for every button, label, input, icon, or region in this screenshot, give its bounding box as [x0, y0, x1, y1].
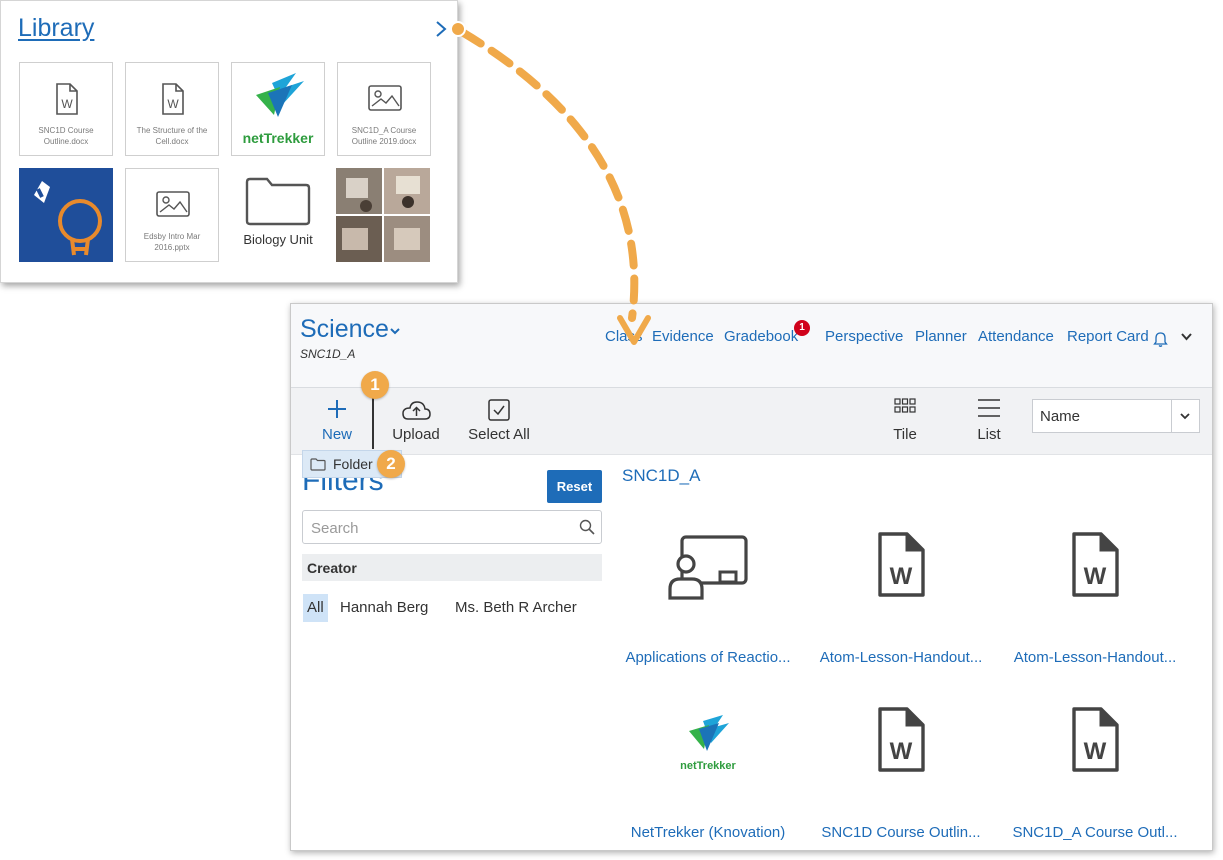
library-title-link[interactable]: Library — [18, 14, 94, 43]
tile-caption: The Structure of the Cell.docx — [136, 126, 208, 146]
chevron-right-icon[interactable] — [433, 19, 449, 39]
word-doc-icon: W — [1072, 707, 1119, 772]
grid-icon — [894, 398, 916, 413]
select-all-label: Select All — [468, 426, 530, 443]
nav-planner[interactable]: Planner — [915, 328, 967, 345]
svg-text:W: W — [890, 738, 913, 765]
creator-chip-hannah-berg[interactable]: Hannah Berg — [336, 594, 432, 622]
resource-name[interactable]: NetTrekker (Knovation) — [613, 824, 803, 841]
chevron-down-icon — [1180, 413, 1190, 420]
folder-icon — [310, 458, 326, 471]
image-icon — [156, 191, 190, 217]
gradebook-notification-badge: 1 — [794, 320, 810, 336]
svg-text:W: W — [61, 97, 73, 111]
reset-button[interactable]: Reset — [547, 470, 602, 503]
word-doc-icon: W — [878, 532, 925, 597]
plus-icon — [328, 400, 346, 418]
course-header: Science SNC1D_A Class Evidence Gradebook… — [291, 304, 1212, 388]
tile-caption: SNC1D_A Course Outline 2019.docx — [351, 126, 417, 146]
resource-item[interactable]: W SNC1D_A Course Outl... — [1000, 701, 1190, 850]
nettrekker-logo: netTrekker — [243, 73, 314, 146]
tile-caption: Biology Unit — [243, 232, 313, 247]
library-tile[interactable]: Edsby Intro Mar 2016.pptx — [125, 168, 219, 262]
svg-text:W: W — [167, 97, 179, 111]
resource-name[interactable]: SNC1D Course Outlin... — [806, 824, 996, 841]
nettrekker-wordmark: netTrekker — [243, 130, 314, 146]
creator-chip-all[interactable]: All — [303, 594, 328, 622]
presentation-icon — [668, 535, 748, 600]
chevron-down-icon[interactable] — [1181, 333, 1192, 341]
resource-name[interactable]: SNC1D_A Course Outl... — [1000, 824, 1190, 841]
search-input[interactable] — [309, 516, 573, 540]
list-icon — [978, 399, 1000, 417]
sort-select-value: Name — [1040, 408, 1081, 425]
resource-item[interactable]: Applications of Reactio... — [613, 526, 803, 676]
callout-step-1: 1 — [361, 371, 389, 399]
tile-view-button[interactable]: Tile — [887, 388, 923, 454]
resource-name[interactable]: Atom-Lesson-Handout... — [806, 649, 996, 666]
list-view-button[interactable]: List — [973, 388, 1005, 454]
library-tile-photo[interactable] — [336, 168, 430, 262]
section-title: SNC1D_A — [622, 466, 701, 485]
select-divider — [1171, 400, 1172, 432]
resource-item[interactable]: W SNC1D Course Outlin... — [806, 701, 996, 850]
library-tile-nettrekker[interactable]: netTrekker — [231, 62, 325, 156]
creator-filter-header: Creator — [302, 554, 602, 581]
nettrekker-wordmark: netTrekker — [680, 760, 736, 772]
course-title[interactable]: Science — [300, 315, 389, 344]
folder-menu-label: Folder — [333, 456, 373, 472]
word-doc-icon: W — [162, 83, 184, 115]
library-tile-folder[interactable]: Biology Unit — [231, 168, 325, 262]
checkbox-icon — [488, 399, 510, 421]
nav-report-card[interactable]: Report Card — [1067, 328, 1149, 345]
cloud-upload-icon — [402, 401, 431, 420]
svg-text:W: W — [1084, 738, 1107, 765]
library-tile[interactable]: W SNC1D Course Outline.docx — [19, 62, 113, 156]
library-panel: Library W SNC1D Course Outline.docx W Th… — [0, 0, 458, 283]
tile-view-label: Tile — [893, 426, 917, 443]
library-tile-lightbulb[interactable] — [19, 168, 113, 262]
folder-icon — [245, 177, 311, 226]
list-view-label: List — [977, 426, 1001, 443]
nav-attendance[interactable]: Attendance — [978, 328, 1054, 345]
word-doc-icon: W — [1072, 532, 1119, 597]
resource-item[interactable]: netTrekker NetTrekker (Knovation) — [613, 701, 803, 850]
lightbulb-icon — [20, 169, 112, 261]
word-doc-icon: W — [56, 83, 78, 115]
search-field[interactable] — [302, 510, 602, 544]
creator-chip-beth-archer[interactable]: Ms. Beth R Archer — [451, 594, 581, 622]
word-doc-icon: W — [878, 707, 925, 772]
nav-evidence[interactable]: Evidence — [652, 328, 714, 345]
resource-name[interactable]: Applications of Reactio... — [613, 649, 803, 666]
upload-button[interactable]: Upload — [385, 388, 447, 454]
resource-item[interactable]: W Atom-Lesson-Handout... — [806, 526, 996, 676]
library-tile[interactable]: W The Structure of the Cell.docx — [125, 62, 219, 156]
photo-collage-image — [336, 168, 430, 262]
new-button-label: New — [321, 426, 352, 443]
upload-button-label: Upload — [392, 426, 440, 443]
sort-select[interactable]: Name — [1032, 399, 1200, 433]
library-tile[interactable]: SNC1D_A Course Outline 2019.docx — [337, 62, 431, 156]
course-code: SNC1D_A — [300, 347, 356, 361]
svg-text:W: W — [1084, 563, 1107, 590]
nav-perspective[interactable]: Perspective — [825, 328, 903, 345]
course-resources-window: Science SNC1D_A Class Evidence Gradebook… — [290, 303, 1213, 851]
tile-caption: Edsby Intro Mar 2016.pptx — [143, 232, 201, 252]
nav-gradebook[interactable]: Gradebook — [724, 328, 798, 345]
nav-class[interactable]: Class — [605, 328, 643, 345]
select-all-button[interactable]: Select All — [465, 388, 533, 454]
search-icon[interactable] — [579, 519, 595, 535]
resource-name[interactable]: Atom-Lesson-Handout... — [1000, 649, 1190, 666]
image-icon — [368, 85, 402, 111]
callout-step-2: 2 — [377, 450, 405, 478]
callout-leader-line — [372, 391, 374, 449]
chevron-down-icon[interactable] — [390, 328, 400, 335]
new-button[interactable]: New — [309, 388, 365, 454]
resource-item[interactable]: W Atom-Lesson-Handout... — [1000, 526, 1190, 676]
bell-icon[interactable] — [1153, 331, 1168, 347]
tile-caption: SNC1D Course Outline.docx — [38, 126, 94, 146]
nettrekker-logo: netTrekker — [680, 715, 737, 772]
svg-text:W: W — [890, 563, 913, 590]
